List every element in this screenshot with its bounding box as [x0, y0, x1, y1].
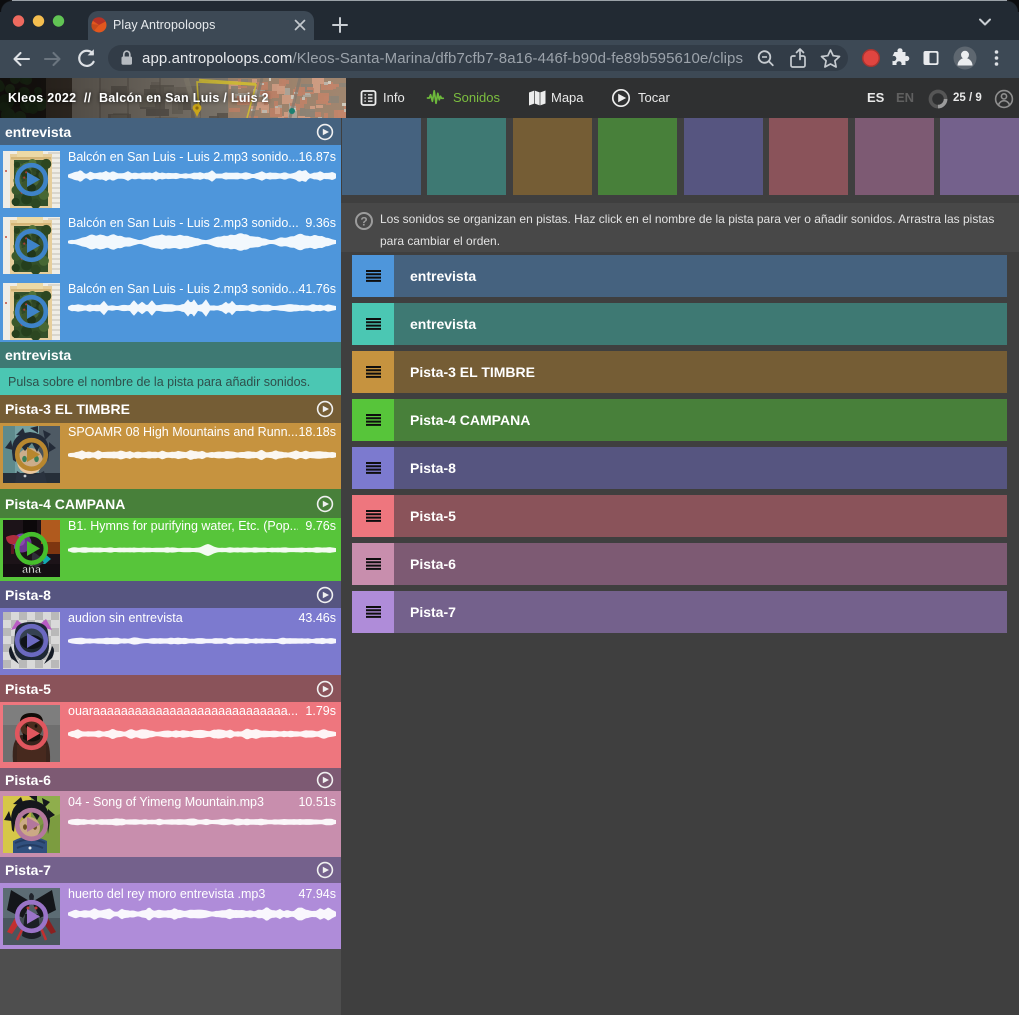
svg-text:?: ? [360, 215, 367, 229]
svg-text:aña: aña [22, 564, 42, 576]
